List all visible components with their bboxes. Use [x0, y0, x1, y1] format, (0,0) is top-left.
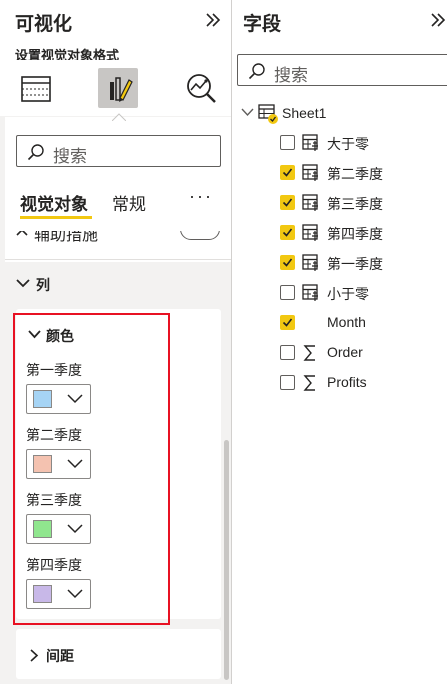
field-name: 大于零 — [327, 136, 369, 152]
table-grid-icon[interactable] — [16, 68, 56, 108]
calculated-table-icon — [302, 194, 322, 217]
field-checkbox[interactable] — [280, 195, 295, 210]
color-label-q4: 第四季度 — [26, 557, 82, 573]
calculated-table-icon — [302, 284, 322, 307]
field-row[interactable]: 大于零 — [280, 132, 440, 154]
field-name: 第二季度 — [327, 166, 383, 182]
collapse-pane-icon[interactable] — [428, 10, 447, 30]
visualizations-pane: 可视化 设置视觉对象格式 搜索 视觉对象 常规 ··· 辅助措施 列 颜色 第一… — [0, 0, 231, 684]
field-row[interactable]: 第二季度 — [280, 162, 440, 184]
table-node-sheet1[interactable]: Sheet1 — [241, 102, 441, 126]
collapse-pane-icon[interactable] — [203, 10, 223, 30]
visualizations-title: 可视化 — [15, 14, 73, 35]
field-row[interactable]: 第四季度 — [280, 222, 440, 244]
field-row[interactable]: Order — [280, 342, 440, 364]
color-card: 颜色 第一季度 第二季度 第三季度 第四季度 — [16, 309, 221, 619]
analytics-magnifier-icon[interactable] — [181, 68, 221, 108]
spacing-card[interactable]: 间距 — [16, 629, 221, 679]
field-name: 小于零 — [327, 286, 369, 302]
field-checkbox[interactable] — [280, 255, 295, 270]
chevron-down-icon — [67, 589, 83, 599]
fields-pane: 字段 搜索 Sheet1 大于零第二季度第三季度第四季度第一季度小于零 Month… — [232, 0, 447, 684]
tab-visual[interactable]: 视觉对象 — [20, 190, 88, 215]
chevron-up-icon — [16, 231, 28, 236]
color-picker-q3[interactable] — [26, 514, 91, 544]
chevron-down-icon — [241, 108, 254, 117]
partial-setting-row[interactable]: 辅助措施 — [16, 231, 226, 245]
spacing-card-label: 间距 — [46, 648, 74, 664]
search-icon — [248, 63, 265, 80]
format-paintbrush-icon[interactable] — [98, 68, 138, 108]
search-icon — [27, 144, 44, 161]
search-placeholder: 搜索 — [274, 66, 308, 85]
field-row[interactable]: 小于零 — [280, 282, 440, 304]
field-checkbox[interactable] — [280, 165, 295, 180]
visualizations-header: 可视化 设置视觉对象格式 — [0, 0, 231, 63]
chevron-down-icon — [67, 394, 83, 404]
color-label-q3: 第三季度 — [26, 492, 82, 508]
color-label-q1: 第一季度 — [26, 362, 82, 378]
field-checkbox[interactable] — [280, 285, 295, 300]
chevron-down-icon — [67, 524, 83, 534]
field-name: Order — [327, 344, 363, 360]
section-columns-label: 列 — [36, 277, 50, 293]
table-name: Sheet1 — [282, 105, 327, 121]
chevron-right-icon — [30, 649, 39, 662]
fields-title: 字段 — [243, 14, 282, 35]
color-picker-q4[interactable] — [26, 579, 91, 609]
field-checkbox[interactable] — [280, 315, 295, 330]
color-swatch-q3 — [33, 520, 52, 538]
active-tab-indicator — [20, 216, 92, 219]
divider — [5, 259, 231, 260]
calculated-table-icon — [302, 164, 322, 187]
search-placeholder: 搜索 — [53, 147, 87, 166]
chevron-down-icon — [67, 459, 83, 469]
field-name: 第一季度 — [327, 256, 383, 272]
color-swatch-q2 — [33, 455, 52, 473]
color-swatch-q1 — [33, 390, 52, 408]
field-row[interactable]: 第一季度 — [280, 252, 440, 274]
field-name: Profits — [327, 374, 367, 390]
field-checkbox[interactable] — [280, 225, 295, 240]
field-row[interactable]: Profits — [280, 372, 440, 394]
calculated-table-icon — [302, 254, 322, 277]
chevron-down-icon — [16, 279, 30, 288]
color-picker-q1[interactable] — [26, 384, 91, 414]
chevron-down-icon — [28, 330, 41, 339]
field-row[interactable]: Month — [280, 312, 440, 334]
field-checkbox[interactable] — [280, 375, 295, 390]
color-card-label: 颜色 — [46, 328, 74, 344]
tab-general[interactable]: 常规 — [112, 190, 146, 215]
color-picker-q2[interactable] — [26, 449, 91, 479]
caret-up-icon — [112, 113, 126, 121]
fields-search-input[interactable]: 搜索 — [237, 54, 447, 86]
more-options-icon[interactable]: ··· — [189, 186, 213, 207]
color-swatch-q4 — [33, 585, 52, 603]
field-name: 第四季度 — [327, 226, 383, 242]
field-row[interactable]: 第三季度 — [280, 192, 440, 214]
field-name: 第三季度 — [327, 196, 383, 212]
calculated-table-icon — [302, 134, 322, 157]
pane-scrollbar[interactable] — [224, 440, 229, 680]
table-icon — [258, 104, 278, 124]
color-label-q2: 第二季度 — [26, 427, 82, 443]
field-checkbox[interactable] — [280, 345, 295, 360]
visual-search-input[interactable]: 搜索 — [16, 135, 221, 167]
sigma-icon — [302, 344, 322, 367]
partial-setting-label: 辅助措施 — [34, 231, 99, 244]
sigma-icon — [302, 374, 322, 397]
field-checkbox[interactable] — [280, 135, 295, 150]
calculated-table-icon — [302, 224, 322, 247]
visual-toolbar — [0, 60, 231, 116]
field-name: Month — [327, 314, 366, 330]
partial-setting-toggle[interactable] — [180, 231, 220, 240]
